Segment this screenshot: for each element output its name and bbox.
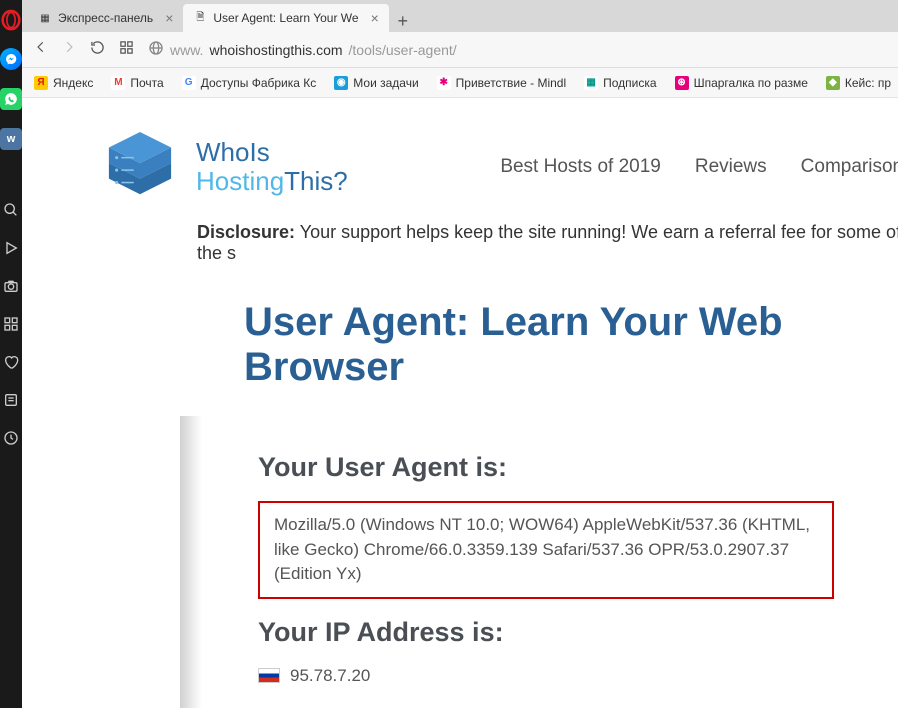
bookmark-label: Подписка — [603, 76, 656, 90]
bookmark-item[interactable]: M Почта — [111, 76, 163, 90]
bookmark-item[interactable]: ▦ Подписка — [584, 76, 656, 90]
camera-icon[interactable] — [1, 276, 21, 296]
bookmark-item[interactable]: ◆ Кейс: пр — [826, 76, 891, 90]
disclosure-text: Disclosure: Your support helps keep the … — [22, 216, 898, 278]
page-icon: 🗎 — [193, 11, 207, 25]
nav-link[interactable]: Best Hosts of 2019 — [500, 156, 661, 178]
opera-logo-icon[interactable] — [1, 10, 21, 30]
logo-is: Is — [249, 137, 269, 167]
site-info-icon[interactable] — [148, 40, 164, 59]
ua-string-box: Mozilla/5.0 (Windows NT 10.0; WOW64) App… — [258, 501, 834, 599]
logo-who: Who — [196, 137, 249, 167]
messenger-icon[interactable] — [0, 48, 22, 70]
search-icon[interactable] — [1, 200, 21, 220]
page-title: User Agent: Learn Your Web Browser — [22, 278, 898, 416]
close-icon[interactable]: × — [165, 10, 173, 26]
bookmark-item[interactable]: ◉ Мои задачи — [334, 76, 418, 90]
new-tab-button[interactable]: + — [389, 11, 417, 32]
play-icon[interactable] — [1, 238, 21, 258]
info-heading: Browser Information: — [258, 704, 898, 708]
bookmark-label: Почта — [130, 76, 163, 90]
ip-address: 95.78.7.20 — [290, 666, 370, 686]
disclosure-label: Disclosure: — [197, 222, 295, 242]
ip-heading: Your IP Address is: — [258, 617, 898, 648]
bookmark-icon: ◆ — [826, 76, 840, 90]
browser-tab[interactable]: 🗎 User Agent: Learn Your We × — [183, 4, 388, 32]
bookmark-icon: Я — [34, 76, 48, 90]
bookmark-label: Шпаргалка по разме — [694, 76, 808, 90]
vk-icon[interactable]: w — [0, 128, 22, 150]
bookmark-icon: M — [111, 76, 125, 90]
bookmark-icon: ◉ — [334, 76, 348, 90]
bookmark-icon: G — [182, 76, 196, 90]
site-logo[interactable]: WhoIs HostingThis? — [100, 132, 348, 202]
bookmark-label: Приветствие - Mindl — [456, 76, 566, 90]
toolbar: www. whoishostingthis.com/tools/user-agen… — [22, 32, 898, 68]
server-icon — [100, 132, 180, 202]
bookmark-label: Яндекс — [53, 76, 93, 90]
flag-icon — [258, 668, 280, 683]
reload-button[interactable] — [90, 40, 105, 60]
close-icon[interactable]: × — [371, 10, 379, 26]
history-icon[interactable] — [1, 428, 21, 448]
url-domain: whoishostingthis.com — [209, 42, 342, 58]
opera-sidebar: w — [0, 0, 22, 708]
bookmark-label: Мои задачи — [353, 76, 418, 90]
forward-button[interactable] — [62, 40, 76, 59]
bookmark-item[interactable]: Я Яндекс — [34, 76, 93, 90]
back-button[interactable] — [34, 40, 48, 59]
browser-tab[interactable]: ▦ Экспресс-панель × — [28, 4, 183, 32]
bookmark-item[interactable]: G Доступы Фабрика Кс — [182, 76, 317, 90]
bookmark-label: Доступы Фабрика Кс — [201, 76, 317, 90]
tab-title: User Agent: Learn Your We — [213, 11, 358, 25]
bookmark-item[interactable]: ⊛ Шпаргалка по разме — [675, 76, 808, 90]
logo-hosting: Hosting — [196, 166, 284, 196]
bookmarks-bar: Я Яндекс M Почта G Доступы Фабрика Кс ◉ Мои зад… — [22, 68, 898, 98]
page-content: WhoIs HostingThis? Best Hosts of 2019 Re… — [22, 98, 898, 708]
address-bar[interactable]: www. whoishostingthis.com/tools/user-agen… — [148, 40, 891, 59]
apps-icon[interactable] — [1, 314, 21, 334]
tab-title: Экспресс-панель — [58, 11, 153, 25]
whatsapp-icon[interactable] — [0, 88, 22, 110]
speed-dial-icon: ▦ — [38, 11, 52, 25]
tab-bar: ▦ Экспресс-панель × 🗎 User Agent: Learn … — [22, 0, 898, 32]
disclosure-body: Your support helps keep the site running… — [197, 222, 898, 263]
nav-link[interactable]: Comparison — [801, 156, 898, 178]
nav-link[interactable]: Reviews — [695, 156, 767, 178]
bookmark-icon: ⊛ — [675, 76, 689, 90]
info-card: Your User Agent is: Mozilla/5.0 (Windows… — [180, 416, 898, 708]
site-nav: Best Hosts of 2019 Reviews Comparison — [500, 156, 898, 178]
bookmark-icon: ✱ — [437, 76, 451, 90]
url-path: /tools/user-agent/ — [349, 42, 457, 58]
url-prefix: www. — [170, 42, 203, 58]
bookmark-item[interactable]: ✱ Приветствие - Mindl — [437, 76, 566, 90]
heart-icon[interactable] — [1, 352, 21, 372]
ua-heading: Your User Agent is: — [258, 452, 898, 483]
logo-this: This? — [284, 166, 348, 196]
bookmark-icon: ▦ — [584, 76, 598, 90]
main-area: ▦ Экспресс-панель × 🗎 User Agent: Learn … — [22, 0, 898, 708]
card-shadow — [180, 416, 202, 708]
news-icon[interactable] — [1, 390, 21, 410]
speed-dial-button[interactable] — [119, 40, 134, 60]
bookmark-label: Кейс: пр — [845, 76, 891, 90]
